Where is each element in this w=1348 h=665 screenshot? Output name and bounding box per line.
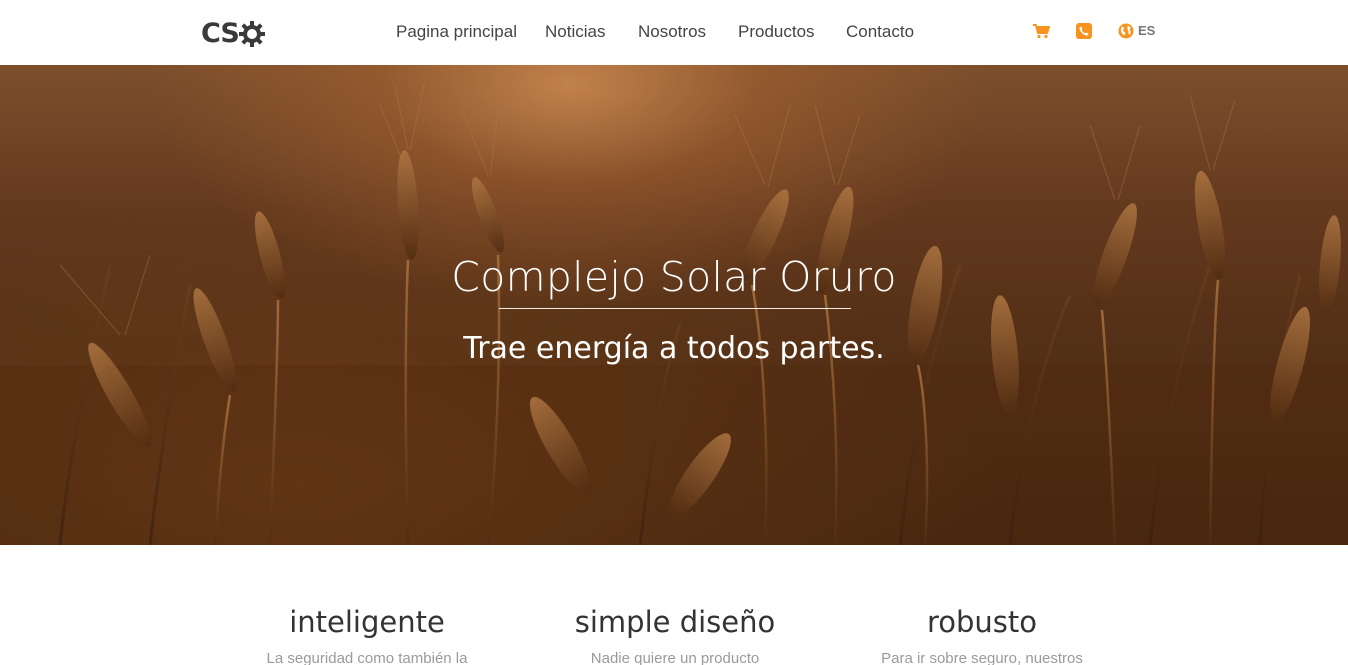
site-header: CS Pagina principal Noticias Nosotros Pr… [0,0,1348,65]
feature-card: robusto Para ir sobre seguro, nuestros [852,604,1112,665]
hero-background-wheat-image [0,65,1348,545]
feature-title: robusto [926,605,1038,639]
feature-text: La seguridad como también la [266,650,468,665]
gear-icon [238,20,265,47]
language-selector[interactable]: ES [1118,23,1155,39]
language-label: ES [1138,23,1156,38]
nav-item-contacto[interactable]: Contacto [846,21,914,43]
phone-icon[interactable] [1076,23,1092,39]
logo-text: CS [201,17,240,49]
feature-card: simple diseño Nadie quiere un producto [545,604,805,665]
hero-subtitle: Trae energía a todos partes. [463,331,885,366]
hero-title: Complejo Solar Oruro [451,253,897,301]
feature-card: inteligente La seguridad como también la [237,604,497,665]
hero-divider [499,308,851,309]
nav-item-productos[interactable]: Productos [738,21,815,43]
feature-title: inteligente [289,605,445,639]
feature-title: simple diseño [574,605,776,639]
cart-icon[interactable] [1033,24,1050,39]
feature-text: Nadie quiere un producto [590,650,760,665]
hero-banner: Complejo Solar Oruro Trae energía a todo… [0,65,1348,545]
feature-text: Para ir sobre seguro, nuestros [881,650,1083,665]
globe-icon [1118,23,1134,39]
brand-logo[interactable]: CS [201,17,266,49]
nav-item-nosotros[interactable]: Nosotros [638,21,706,43]
nav-item-pagina-principal[interactable]: Pagina principal [396,21,517,43]
nav-item-noticias[interactable]: Noticias [545,21,605,43]
